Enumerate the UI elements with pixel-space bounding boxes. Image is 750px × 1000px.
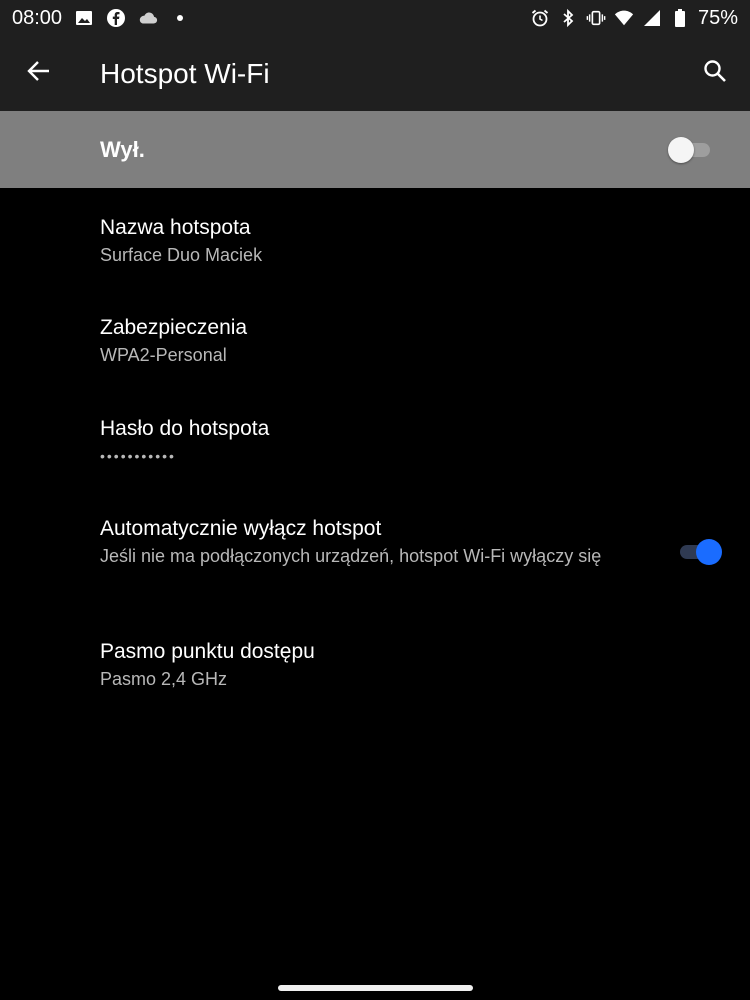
- setting-ap-band[interactable]: Pasmo punktu dostępu Pasmo 2,4 GHz: [0, 634, 750, 714]
- master-toggle-label: Wył.: [100, 137, 145, 162]
- setting-security[interactable]: Zabezpieczenia WPA2-Personal: [0, 310, 750, 390]
- setting-title: Pasmo punktu dostępu: [100, 640, 315, 663]
- battery-percentage: 75%: [697, 6, 738, 29]
- arrow-left-icon: [26, 58, 52, 89]
- page-title: Hotspot Wi-Fi: [100, 58, 270, 89]
- setting-title: Automatycznie wyłącz hotspot: [100, 517, 382, 540]
- vibrate-icon: [586, 8, 606, 28]
- app-bar: Hotspot Wi-Fi: [0, 36, 750, 111]
- switch-thumb: [696, 539, 722, 565]
- back-button[interactable]: [14, 48, 64, 98]
- hotspot-master-toggle-row[interactable]: Wył.: [0, 111, 750, 188]
- cloud-icon: [138, 8, 158, 28]
- search-button[interactable]: [690, 48, 740, 98]
- setting-title: Hasło do hotspota: [100, 417, 270, 440]
- home-gesture-bar[interactable]: [278, 985, 473, 991]
- search-icon: [702, 58, 728, 89]
- alarm-icon: [530, 8, 550, 28]
- bluetooth-icon: [558, 8, 578, 28]
- auto-disable-toggle-switch[interactable]: [678, 537, 722, 565]
- status-bar-right: 75%: [530, 0, 738, 36]
- facebook-icon: [106, 8, 126, 28]
- password-masked: •••••••••••: [100, 448, 176, 464]
- setting-subtitle: WPA2-Personal: [100, 345, 227, 365]
- image-icon: [74, 8, 94, 28]
- setting-subtitle: Surface Duo Maciek: [100, 245, 263, 265]
- status-bar: 08:00 75%: [0, 0, 750, 36]
- setting-subtitle: Pasmo 2,4 GHz: [100, 669, 228, 689]
- signal-icon: [642, 8, 662, 28]
- battery-icon: [670, 8, 690, 28]
- hotspot-toggle-switch[interactable]: [668, 135, 712, 163]
- status-bar-left: 08:00: [12, 0, 190, 36]
- switch-thumb: [668, 137, 694, 163]
- setting-hotspot-name[interactable]: Nazwa hotspota Surface Duo Maciek: [0, 210, 750, 290]
- wifi-icon: [614, 8, 634, 28]
- setting-subtitle: Jeśli nie ma podłączonych urządzeń, hots…: [100, 546, 602, 566]
- setting-title: Zabezpieczenia: [100, 316, 248, 339]
- status-time: 08:00: [12, 6, 63, 29]
- setting-title: Nazwa hotspota: [100, 216, 251, 239]
- setting-hotspot-password[interactable]: Hasło do hotspota •••••••••••: [0, 411, 750, 491]
- dot-icon: [170, 8, 190, 28]
